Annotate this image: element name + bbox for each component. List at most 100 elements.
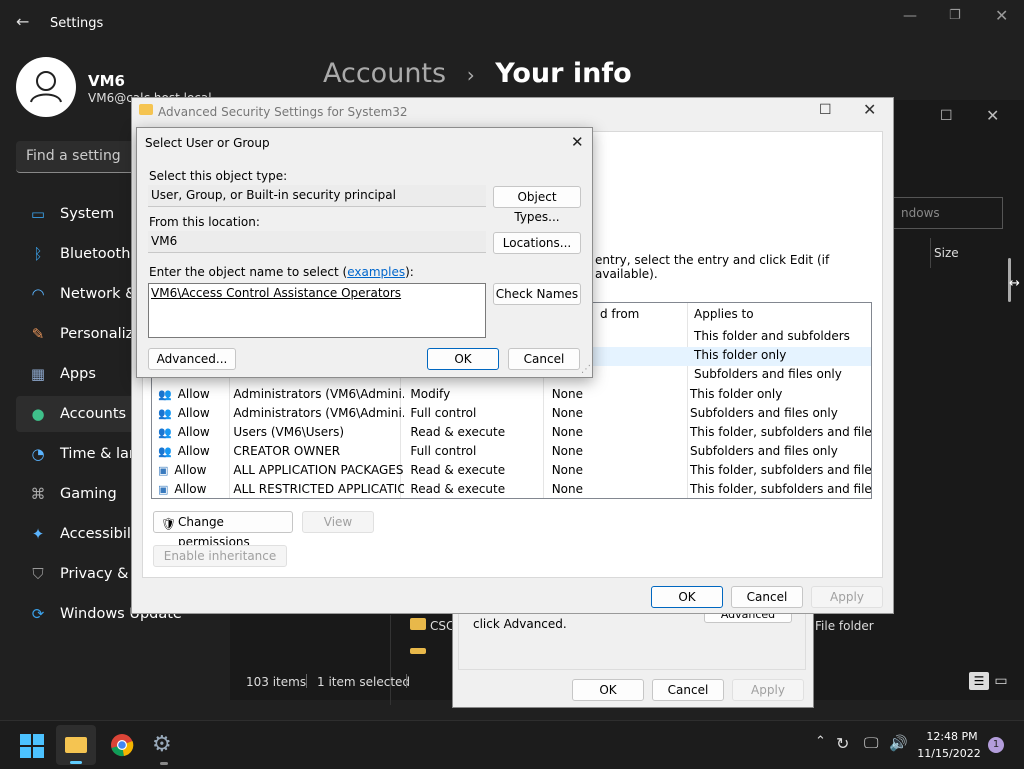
permission-entries[interactable]: 👥 Allow Administrators (VM6\Admini... Modif… (152, 384, 871, 498)
column-header-applies-to[interactable]: Applies to (694, 307, 754, 321)
view-button[interactable]: View (302, 511, 374, 533)
restore-icon[interactable]: ❐ (949, 8, 961, 23)
volume-icon[interactable]: 🔊 (889, 734, 908, 752)
cell-text: CREATOR OWNER (233, 443, 341, 458)
status-item-count: 103 items (246, 675, 307, 689)
group-icon: 👥 (158, 387, 172, 401)
clock-time[interactable]: 12:48 PM (922, 730, 982, 743)
examples-link[interactable]: examples (347, 265, 405, 279)
start-icon[interactable] (20, 734, 44, 758)
cell-access: Read & execute (404, 479, 545, 498)
cell-text: Allow (174, 462, 207, 477)
cell-text: None (551, 424, 583, 439)
enable-inheritance-button[interactable]: Enable inheritance (153, 545, 287, 567)
change-permissions-label: Change permissions (178, 515, 250, 549)
apply-button[interactable]: Apply (811, 586, 883, 608)
breadcrumb-parent[interactable]: Accounts (323, 58, 446, 89)
cell-access: Full control (404, 403, 545, 422)
column-header-size[interactable]: Size (934, 246, 959, 260)
properties-apply-button[interactable]: Apply (732, 679, 804, 701)
label-text: ): (405, 265, 414, 279)
sidebar-item-label: System (60, 206, 115, 222)
cell-text: Allow (177, 424, 210, 439)
select-ok-button[interactable]: OK (427, 348, 499, 370)
cell-principal: Users (VM6\Users) (227, 422, 404, 441)
chrome-icon[interactable] (110, 733, 134, 757)
locations-button[interactable]: Locations... (493, 232, 581, 254)
table-row[interactable]: ▣ Allow ALL APPLICATION PACKAGES Read & exe… (152, 460, 871, 479)
cell-text: Read & execute (410, 462, 506, 477)
location-label: From this location: (149, 215, 260, 229)
folder-icon (410, 648, 426, 654)
properties-ok-button[interactable]: OK (572, 679, 644, 701)
close-icon[interactable]: ✕ (571, 133, 584, 151)
bluetooth-icon: ᛒ (33, 245, 43, 263)
close-icon[interactable]: ✕ (863, 100, 876, 119)
folder-name[interactable]: CSC (430, 619, 454, 633)
brush-icon: ✎ (31, 325, 45, 343)
settings-gear-icon[interactable]: ⚙ (152, 732, 172, 757)
chevron-up-icon[interactable]: ⌃ (815, 734, 826, 749)
file-explorer-taskbar-button[interactable] (56, 725, 96, 765)
close-icon[interactable]: ✕ (995, 6, 1008, 25)
clock-date[interactable]: 11/15/2022 (914, 747, 984, 760)
properties-hint: click Advanced. (473, 617, 567, 631)
cell-applies: Subfolders and files only (684, 403, 871, 422)
column-header-inherited[interactable]: d from (600, 307, 639, 321)
select-cancel-button[interactable]: Cancel (508, 348, 580, 370)
object-name-textarea[interactable]: VM6\Access Control Assistance Operators (148, 283, 486, 338)
clock-globe-icon: ◔ (31, 445, 45, 463)
tiles-view-icon[interactable]: ▭ (992, 672, 1010, 690)
sidebar-item-label: Apps (60, 366, 96, 382)
status-selection: 1 item selected (317, 675, 411, 689)
running-indicator (70, 761, 82, 764)
back-arrow-icon[interactable]: ← (16, 12, 29, 31)
applies-to-cell: This folder only (694, 348, 787, 362)
network-icon[interactable]: 🖵 (864, 734, 878, 752)
cell-text: Allow (177, 386, 210, 401)
cell-text: Full control (410, 405, 477, 420)
object-name-label: Enter the object name to select (example… (149, 265, 414, 279)
cell-text: This folder, subfolders and files (689, 462, 871, 477)
cell-access: Full control (404, 441, 545, 460)
object-type-field: User, Group, or Built-in security princi… (148, 185, 486, 207)
check-names-button[interactable]: Check Names (493, 283, 581, 305)
change-permissions-button[interactable]: 🛡 Change permissions (153, 511, 293, 549)
cell-inherited: None (546, 422, 684, 441)
cell-applies: This folder, subfolders and files (684, 479, 871, 498)
table-row[interactable]: 👥 Allow Administrators (VM6\Admini... Full … (152, 403, 871, 422)
explorer-restore-icon[interactable]: ☐ (940, 108, 953, 124)
sync-icon[interactable]: ↻ (836, 734, 849, 753)
table-row[interactable]: 👥 Allow Users (VM6\Users) Read & execute Non… (152, 422, 871, 441)
folder-icon (139, 104, 153, 115)
table-row[interactable]: 👥 Allow CREATOR OWNER Full control None Subfo… (152, 441, 871, 460)
page-title: Your info (495, 58, 632, 89)
resize-grip-icon[interactable]: ⋰ (581, 364, 591, 375)
table-row[interactable]: ▣ Allow ALL RESTRICTED APPLICATIO... Read &… (152, 479, 871, 498)
maximize-icon[interactable]: ☐ (819, 102, 832, 118)
object-types-button[interactable]: Object Types... (493, 186, 581, 224)
cell-inherited: None (546, 479, 684, 498)
cell-text: Allow (177, 405, 210, 420)
advanced-button[interactable]: Advanced... (148, 348, 236, 370)
details-view-icon[interactable]: ☰ (969, 672, 989, 690)
app-title: Settings (50, 16, 104, 31)
object-type-label: Select this object type: (149, 169, 288, 183)
folder-icon (410, 618, 426, 630)
folder-icon (65, 737, 87, 753)
cancel-button[interactable]: Cancel (731, 586, 803, 608)
properties-dialog: click Advanced. Advanced OK Cancel Apply (452, 600, 814, 708)
table-row[interactable]: 👥 Allow Administrators (VM6\Admini... Modif… (152, 384, 871, 403)
file-type: File folder (815, 619, 874, 633)
ok-button[interactable]: OK (651, 586, 723, 608)
location-field: VM6 (148, 231, 486, 253)
cell-inherited: None (546, 460, 684, 479)
explorer-search-input[interactable]: ndows (890, 197, 1003, 229)
cell-inherited: None (546, 403, 684, 422)
cell-principal: Administrators (VM6\Admini... (227, 384, 404, 403)
properties-cancel-button[interactable]: Cancel (652, 679, 724, 701)
status-divider (306, 674, 307, 688)
notification-badge[interactable]: 1 (988, 737, 1004, 753)
explorer-close-icon[interactable]: ✕ (986, 106, 999, 125)
minimize-icon[interactable]: — (903, 8, 917, 24)
